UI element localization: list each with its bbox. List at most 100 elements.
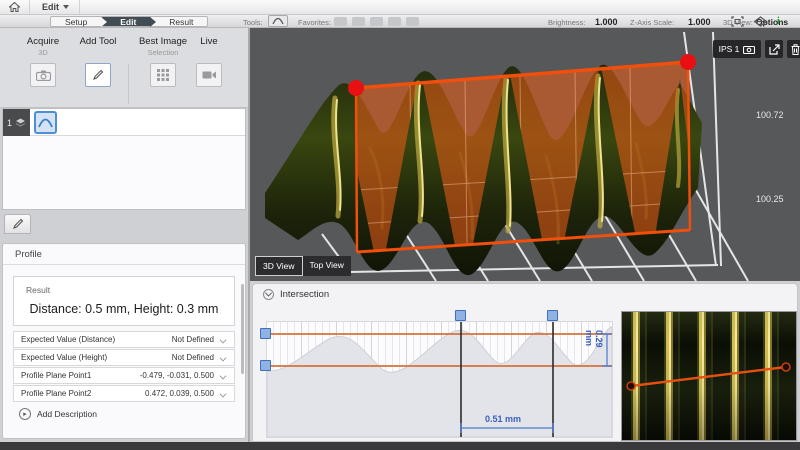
tab-setup[interactable]: Setup	[50, 16, 102, 27]
titlebar: Edit	[0, 0, 800, 15]
add-tool-button[interactable]	[85, 63, 111, 87]
profile-panel: Profile Result Distance: 0.5 mm, Height:…	[2, 243, 246, 439]
tools-label: Tools:	[243, 18, 263, 27]
intersection-header: Intersection	[253, 284, 797, 300]
intersection-panel: Intersection	[252, 283, 798, 442]
measure-line-overlay	[622, 312, 796, 440]
brightness-value[interactable]: 1.000	[595, 17, 618, 27]
workflow-breadcrumb: Setup Edit Result	[50, 16, 208, 27]
video-camera-icon	[202, 70, 217, 80]
collapse-icon[interactable]	[263, 289, 274, 300]
lower-height-handle[interactable]	[260, 360, 271, 371]
home-icon	[9, 2, 20, 12]
edit-menu-label: Edit	[42, 2, 59, 12]
line-endpoint-right[interactable]	[782, 363, 790, 371]
tool-list-row: 1	[3, 109, 245, 136]
delete-button[interactable]	[787, 40, 800, 58]
zaxis-scale-label: Z-Axis Scale:	[630, 18, 674, 27]
right-distance-handle[interactable]	[547, 310, 558, 321]
perspective-icon[interactable]	[753, 16, 768, 27]
plane-point1-row[interactable]: Profile Plane Point1 -0.479, -0.031, 0.5…	[13, 367, 235, 384]
zaxis-scale-value[interactable]: 1.000	[688, 17, 711, 27]
plane-endpoint-marker-right[interactable]	[680, 54, 696, 70]
3d-scene	[250, 28, 800, 281]
layer-index: 1	[7, 118, 12, 128]
z-axis-tick-upper: 100.72	[756, 110, 784, 120]
ribbon-group-best-image: Best Image Selection	[132, 36, 194, 87]
ribbon-group-add-tool: Add Tool	[72, 36, 124, 87]
status-strip	[0, 442, 800, 450]
frame-icon[interactable]	[731, 16, 744, 27]
favorite-slot-1[interactable]	[334, 17, 347, 26]
pencil-icon	[92, 69, 104, 81]
ips-capture-button[interactable]: IPS 1	[713, 40, 761, 58]
tool-list-panel: 1	[2, 108, 246, 210]
width-measure-label: 0.51 mm	[485, 414, 521, 424]
profile-curve-icon	[272, 17, 284, 25]
camera-icon	[743, 45, 755, 54]
tab-edit[interactable]: Edit	[102, 16, 151, 27]
expected-distance-row[interactable]: Expected Value (Distance) Not Defined	[13, 331, 235, 348]
profile-tool-button[interactable]	[268, 15, 288, 27]
brightness-label: Brightness:	[548, 18, 586, 27]
left-distance-handle[interactable]	[455, 310, 466, 321]
home-button[interactable]	[0, 0, 30, 14]
tab-result[interactable]: Result	[151, 16, 208, 27]
height-measure-label: 0.29 mm	[584, 330, 604, 348]
ribbon-group-live: Live	[186, 36, 232, 87]
grid-icon	[157, 69, 169, 81]
view-top-button[interactable]: Top View	[303, 256, 351, 276]
result-box: Result Distance: 0.5 mm, Height: 0.3 mm	[13, 276, 235, 326]
chevron-down-icon[interactable]	[220, 336, 227, 343]
edit-menu-button[interactable]: Edit	[30, 0, 80, 14]
expander-icon: ▸	[19, 408, 31, 420]
profile-tool-selected-tile[interactable]	[34, 111, 57, 134]
toolbar-icons: i	[731, 15, 800, 28]
intersection-title: Intersection	[280, 289, 329, 300]
profile-chart: 0.51 mm 0.29 mm	[266, 321, 613, 438]
add-description-button[interactable]: ▸ Add Description	[19, 408, 97, 420]
3d-viewport[interactable]: IPS 1 100.72 100.25 3D View Top View	[250, 28, 800, 281]
plane-point2-row[interactable]: Profile Plane Point2 0.472, 0.039, 0.500	[13, 385, 235, 402]
expected-height-row[interactable]: Expected Value (Height) Not Defined	[13, 349, 235, 366]
export-icon	[769, 44, 780, 55]
profile-panel-title: Profile	[3, 244, 245, 265]
info-icon[interactable]: i	[777, 16, 780, 27]
result-value: Distance: 0.5 mm, Height: 0.3 mm	[14, 302, 234, 316]
favorite-slot-2[interactable]	[352, 17, 365, 26]
profile-curve-icon	[38, 118, 53, 128]
menu-caret-icon	[63, 5, 69, 9]
main-toolbar: Setup Edit Result Tools: Favorites: Brig…	[0, 15, 800, 28]
export-button[interactable]	[765, 40, 783, 58]
best-image-selection-button[interactable]	[150, 63, 176, 87]
z-axis-tick-lower: 100.25	[756, 194, 784, 204]
favorites-label: Favorites:	[298, 18, 331, 27]
camera-icon	[36, 70, 51, 81]
pencil-icon	[12, 218, 24, 230]
view-3d-button[interactable]: 3D View	[255, 256, 303, 276]
layer-cell[interactable]: 1	[3, 109, 30, 136]
profile-scrollbar[interactable]	[241, 284, 244, 374]
favorite-slot-3[interactable]	[370, 17, 383, 26]
chevron-down-icon[interactable]	[220, 354, 227, 361]
upper-height-handle[interactable]	[260, 328, 271, 339]
acquire-3d-button[interactable]	[30, 63, 56, 87]
chevron-down-icon[interactable]	[220, 372, 227, 379]
live-button[interactable]	[196, 63, 222, 87]
intersection-plane[interactable]	[356, 62, 690, 252]
chevron-down-icon[interactable]	[220, 390, 227, 397]
acquire-ribbon: Acquire 3D Add Tool Best Image Selection…	[0, 28, 248, 108]
application-window: Edit Setup Edit Result Tools: Favorites:…	[0, 0, 800, 450]
edit-profile-tab[interactable]	[4, 214, 31, 234]
ribbon-group-acquire: Acquire 3D	[14, 36, 72, 87]
profile-chart-svg	[267, 322, 612, 437]
plane-endpoint-marker-left[interactable]	[348, 80, 364, 96]
line-endpoint-left[interactable]	[627, 382, 635, 390]
camera-image[interactable]	[621, 311, 797, 441]
ribbon-separator	[128, 64, 129, 104]
favorite-slot-4[interactable]	[388, 17, 401, 26]
result-label: Result	[26, 285, 50, 295]
layers-icon	[15, 118, 26, 127]
trash-icon	[791, 44, 800, 55]
favorite-slot-5[interactable]	[406, 17, 419, 26]
